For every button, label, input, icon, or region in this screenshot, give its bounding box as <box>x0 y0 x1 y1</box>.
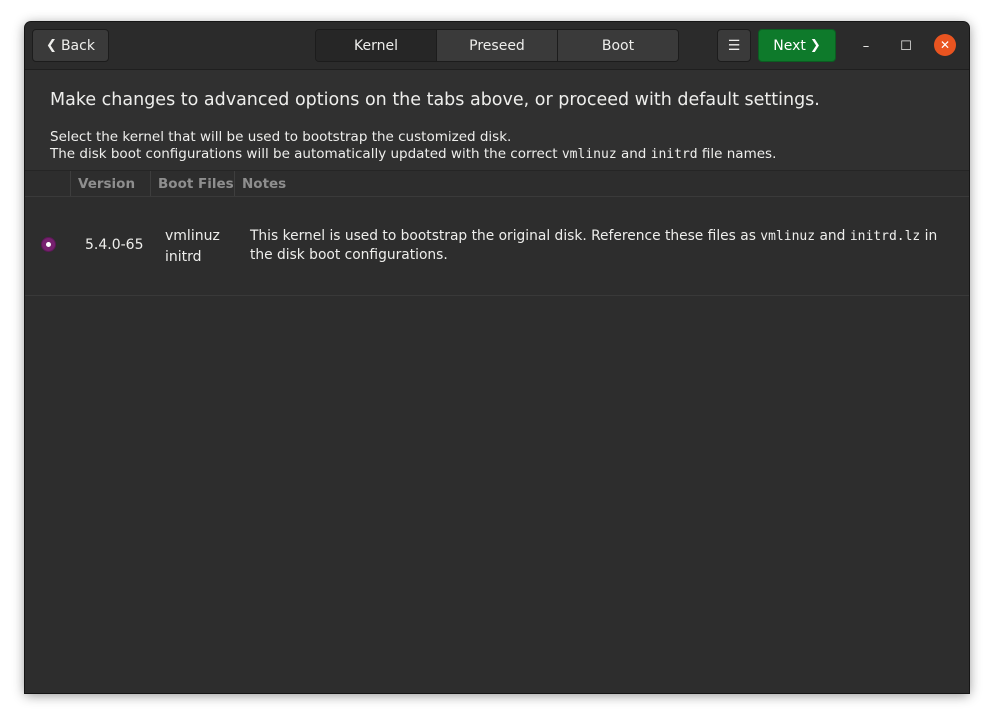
kernel-table: Version Boot Files Notes 5.4.0-65 vmlinu… <box>25 170 969 693</box>
tab-switcher: Kernel Preseed Boot <box>315 29 679 62</box>
page-title: Make changes to advanced options on the … <box>50 90 820 110</box>
chevron-right-icon: ❯ <box>809 38 821 53</box>
next-button[interactable]: Next ❯ <box>758 29 836 62</box>
notes-text-a: This kernel is used to bootstrap the ori… <box>250 228 761 244</box>
kernel-notes: This kernel is used to bootstrap the ori… <box>250 227 937 264</box>
notes-line-2: the disk boot configurations. <box>250 247 448 263</box>
hamburger-menu-icon: ☰ <box>727 37 741 54</box>
header-bar: ❮ Back Kernel Preseed Boot ☰ Next ❯ – ☐ … <box>25 22 969 70</box>
notes-text-b: and <box>815 228 850 244</box>
tab-preseed[interactable]: Preseed <box>436 30 557 61</box>
desc-text-c: file names. <box>697 146 777 162</box>
table-header: Version Boot Files Notes <box>25 171 969 197</box>
notes-text-c: in <box>920 228 938 244</box>
menu-button[interactable]: ☰ <box>717 29 751 62</box>
description: Select the kernel that will be used to b… <box>50 129 776 163</box>
desc-text-b: and <box>616 146 651 162</box>
kernel-version: 5.4.0-65 <box>85 237 144 253</box>
notes-code-vmlinuz: vmlinuz <box>760 229 816 244</box>
maximize-icon[interactable]: ☐ <box>894 34 918 58</box>
tab-boot[interactable]: Boot <box>557 30 678 61</box>
radio-selected-dot <box>46 242 51 247</box>
back-button[interactable]: ❮ Back <box>32 29 109 62</box>
desc-text-a: The disk boot configurations will be aut… <box>50 146 562 162</box>
column-header-notes[interactable]: Notes <box>234 171 334 196</box>
description-line-1: Select the kernel that will be used to b… <box>50 129 512 145</box>
description-line-2: The disk boot configurations will be aut… <box>50 146 776 163</box>
next-button-label: Next <box>773 37 806 54</box>
boot-files: vmlinuz initrd <box>165 226 220 268</box>
tab-kernel[interactable]: Kernel <box>316 30 436 61</box>
table-row[interactable]: 5.4.0-65 vmlinuz initrd This kernel is u… <box>25 197 969 296</box>
desc-code-vmlinuz: vmlinuz <box>561 147 617 162</box>
column-header-version[interactable]: Version <box>70 171 150 196</box>
close-icon[interactable]: ✕ <box>934 34 956 56</box>
app-window: ❮ Back Kernel Preseed Boot ☰ Next ❯ – ☐ … <box>25 22 969 693</box>
boot-file-initrd: initrd <box>165 249 202 265</box>
back-button-label: Back <box>60 37 95 54</box>
kernel-radio-button[interactable] <box>41 237 56 252</box>
column-header-boot-files[interactable]: Boot Files <box>150 171 234 196</box>
notes-line-1: This kernel is used to bootstrap the ori… <box>250 227 937 246</box>
desc-code-initrd: initrd <box>650 147 698 162</box>
chevron-left-icon: ❮ <box>46 38 57 53</box>
main-content: Make changes to advanced options on the … <box>25 70 969 693</box>
minimize-icon[interactable]: – <box>854 34 878 58</box>
boot-file-vmlinuz: vmlinuz <box>165 228 220 244</box>
notes-code-initrd: initrd.lz <box>849 229 921 244</box>
